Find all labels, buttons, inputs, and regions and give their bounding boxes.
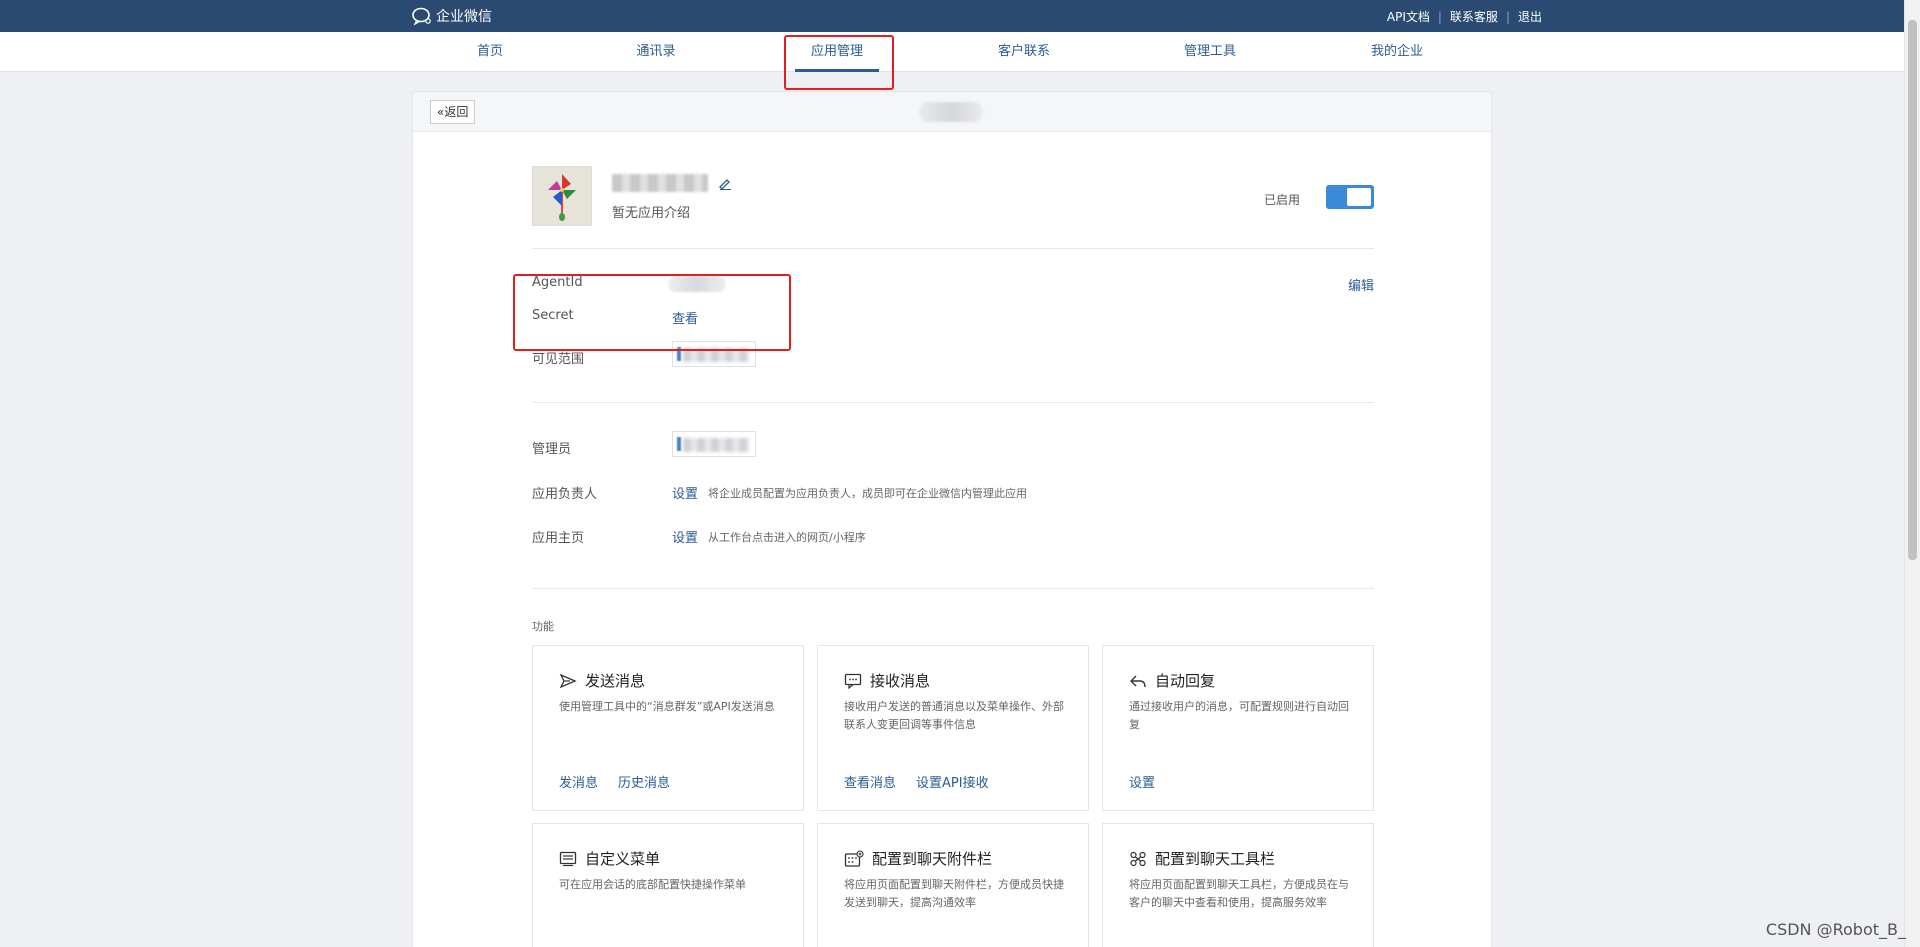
nav-my-enterprise[interactable]: 我的企业 — [1337, 32, 1457, 72]
set-api-receive-link[interactable]: 设置API接收 — [916, 772, 989, 791]
chat-icon — [844, 673, 862, 689]
feature-title: 自定义菜单 — [559, 848, 660, 869]
auto-reply-settings-link[interactable]: 设置 — [1129, 772, 1155, 791]
brand-name: 企业微信 — [436, 9, 492, 25]
link-separator: | — [1505, 9, 1510, 24]
feature-card-receive-message: 接收消息 接收用户发送的普通消息以及菜单操作、外部联系人变更回调等事件信息 查看… — [817, 645, 1089, 811]
app-owner-set-link[interactable]: 设置 — [672, 483, 698, 502]
feature-description: 将应用页面配置到聊天附件栏，方便成员快捷发送到聊天，提高沟通效率 — [844, 878, 1064, 909]
enable-toggle[interactable] — [1326, 185, 1374, 209]
top-bar: 企业微信 API文档 | 联系客服 | 退出 — [0, 0, 1920, 32]
feature-actions: 查看消息 设置API接收 — [844, 772, 989, 791]
app-homepage-label: 应用主页 — [532, 531, 585, 546]
app-detail-card: «返回 暂无应用介绍 已启用 AgentId Secret 查看 编辑 可见范围… — [412, 91, 1492, 947]
feature-actions: 发消息 历史消息 — [559, 772, 670, 791]
api-docs-link[interactable]: API文档 — [1387, 8, 1430, 25]
logout-link[interactable]: 退出 — [1518, 8, 1542, 25]
app-name-redacted — [612, 174, 708, 192]
features-section-title: 功能 — [532, 620, 554, 633]
link-separator: | — [1437, 9, 1442, 24]
app-homepage-description: 从工作台点击进入的网页/小程序 — [708, 531, 866, 544]
enabled-label: 已启用 — [1263, 193, 1300, 207]
feature-title-text: 接收消息 — [870, 672, 931, 690]
edit-name-icon[interactable] — [718, 176, 732, 190]
nav-customer-contact[interactable]: 客户联系 — [964, 32, 1084, 72]
contact-support-link[interactable]: 联系客服 — [1450, 8, 1498, 25]
feature-title: 配置到聊天工具栏 — [1129, 848, 1275, 869]
menu-icon — [559, 851, 577, 866]
secret-label: Secret — [532, 308, 574, 323]
nav-home[interactable]: 首页 — [430, 32, 550, 72]
card-header: «返回 — [413, 92, 1491, 132]
app-homepage-set-link[interactable]: 设置 — [672, 527, 698, 546]
agentid-label: AgentId — [532, 275, 583, 290]
app-description: 暂无应用介绍 — [612, 206, 691, 221]
nav-management-tools[interactable]: 管理工具 — [1150, 32, 1270, 72]
feature-actions: 设置 — [1129, 772, 1155, 791]
feature-title: 发送消息 — [559, 670, 645, 691]
feature-card-auto-reply: 自动回复 通过接收用户的消息，可配置规则进行自动回复 设置 — [1102, 645, 1374, 811]
app-owner-label: 应用负责人 — [532, 487, 598, 502]
feature-title: 配置到聊天附件栏 — [844, 848, 992, 869]
divider — [532, 402, 1374, 403]
view-secret-link[interactable]: 查看 — [672, 308, 698, 327]
feature-title-text: 自动回复 — [1155, 672, 1216, 690]
page-scrollbar[interactable] — [1904, 0, 1920, 947]
feature-card-custom-menu: 自定义菜单 可在应用会话的底部配置快捷操作菜单 — [532, 823, 804, 947]
feature-description: 使用管理工具中的“消息群发”或API发送消息 — [559, 700, 775, 713]
main-nav: 首页 通讯录 应用管理 客户联系 管理工具 我的企业 — [0, 32, 1904, 72]
visible-scope-label: 可见范围 — [532, 352, 585, 367]
feature-title-text: 配置到聊天附件栏 — [872, 850, 993, 868]
send-message-link[interactable]: 发消息 — [559, 772, 598, 791]
feature-description: 将应用页面配置到聊天工具栏，方便成员在与客户的聊天中查看和使用，提高服务效率 — [1129, 878, 1349, 909]
wecom-logo-icon — [412, 7, 431, 25]
toolbar-icon — [1130, 851, 1146, 866]
feature-description: 可在应用会话的底部配置快捷操作菜单 — [559, 878, 746, 891]
feature-card-chat-toolbar: 配置到聊天工具栏 将应用页面配置到聊天工具栏，方便成员在与客户的聊天中查看和使用… — [1102, 823, 1374, 947]
feature-description: 通过接收用户的消息，可配置规则进行自动回复 — [1129, 700, 1349, 731]
reply-icon — [1130, 675, 1146, 687]
pinwheel-icon — [548, 174, 576, 221]
app-title-redacted — [919, 102, 983, 122]
app-icon[interactable] — [532, 166, 592, 226]
agentid-value-redacted — [668, 276, 726, 292]
nav-app-management[interactable]: 应用管理 — [777, 32, 897, 72]
send-icon — [559, 673, 577, 688]
feature-description: 接收用户发送的普通消息以及菜单操作、外部联系人变更回调等事件信息 — [844, 700, 1064, 731]
feature-title-text: 自定义菜单 — [585, 850, 661, 868]
nav-contacts[interactable]: 通讯录 — [596, 32, 716, 72]
back-button[interactable]: «返回 — [430, 100, 476, 124]
watermark-text: CSDN @Robot_B_ — [1765, 920, 1906, 939]
edit-credentials-link[interactable]: 编辑 — [1348, 275, 1374, 294]
visible-scope-value-redacted[interactable] — [672, 341, 756, 367]
feature-title-text: 发送消息 — [585, 672, 646, 690]
feature-card-chat-attachment: 配置到聊天附件栏 将应用页面配置到聊天附件栏，方便成员快捷发送到聊天，提高沟通效… — [817, 823, 1089, 947]
brand-logo[interactable]: 企业微信 — [412, 6, 492, 26]
toggle-knob — [1347, 188, 1371, 206]
attachment-icon — [844, 849, 864, 867]
feature-title: 接收消息 — [844, 670, 930, 691]
view-messages-link[interactable]: 查看消息 — [844, 772, 896, 791]
history-messages-link[interactable]: 历史消息 — [618, 772, 670, 791]
divider — [532, 248, 1374, 249]
admin-value-redacted[interactable] — [672, 431, 756, 457]
scrollbar-thumb[interactable] — [1908, 20, 1917, 560]
app-owner-description: 将企业成员配置为应用负责人，成员即可在企业微信内管理此应用 — [708, 487, 1027, 500]
feature-card-send-message: 发送消息 使用管理工具中的“消息群发”或API发送消息 发消息 历史消息 — [532, 645, 804, 811]
feature-title: 自动回复 — [1129, 670, 1215, 691]
divider — [532, 588, 1374, 589]
admin-label: 管理员 — [532, 442, 572, 457]
feature-title-text: 配置到聊天工具栏 — [1155, 850, 1276, 868]
top-links: API文档 | 联系客服 | 退出 — [1387, 8, 1542, 25]
